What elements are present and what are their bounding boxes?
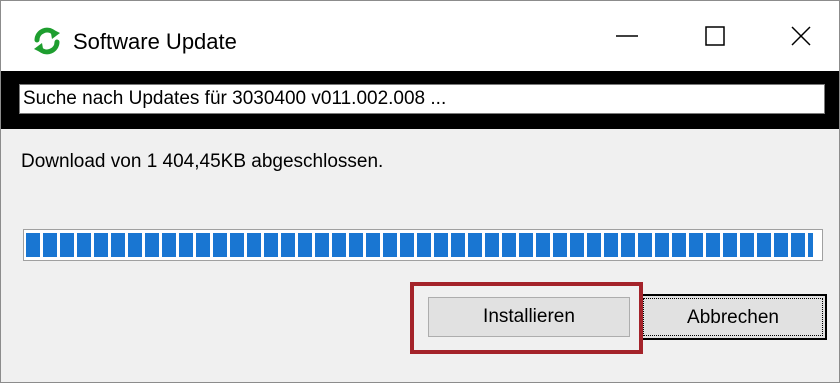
refresh-icon (33, 27, 61, 55)
minimize-button[interactable] (587, 1, 667, 71)
close-button[interactable] (761, 1, 840, 71)
maximize-icon (705, 26, 725, 46)
progress-fill (26, 233, 813, 257)
title-bar[interactable]: Software Update (1, 1, 839, 71)
software-update-dialog: Software Update Suche nach Updates für 3… (0, 0, 840, 383)
progress-bar (23, 229, 823, 261)
cancel-button[interactable]: Abbrechen (639, 294, 827, 340)
status-text-field: Suche nach Updates für 3030400 v011.002.… (19, 84, 825, 114)
download-status-label: Download von 1 404,45KB abgeschlossen. (21, 151, 384, 172)
highlight-box (410, 282, 643, 354)
minimize-icon (616, 35, 638, 37)
window-title: Software Update (73, 29, 237, 54)
close-icon (791, 26, 811, 46)
maximize-button[interactable] (675, 1, 755, 71)
status-strip: Suche nach Updates für 3030400 v011.002.… (1, 71, 839, 129)
